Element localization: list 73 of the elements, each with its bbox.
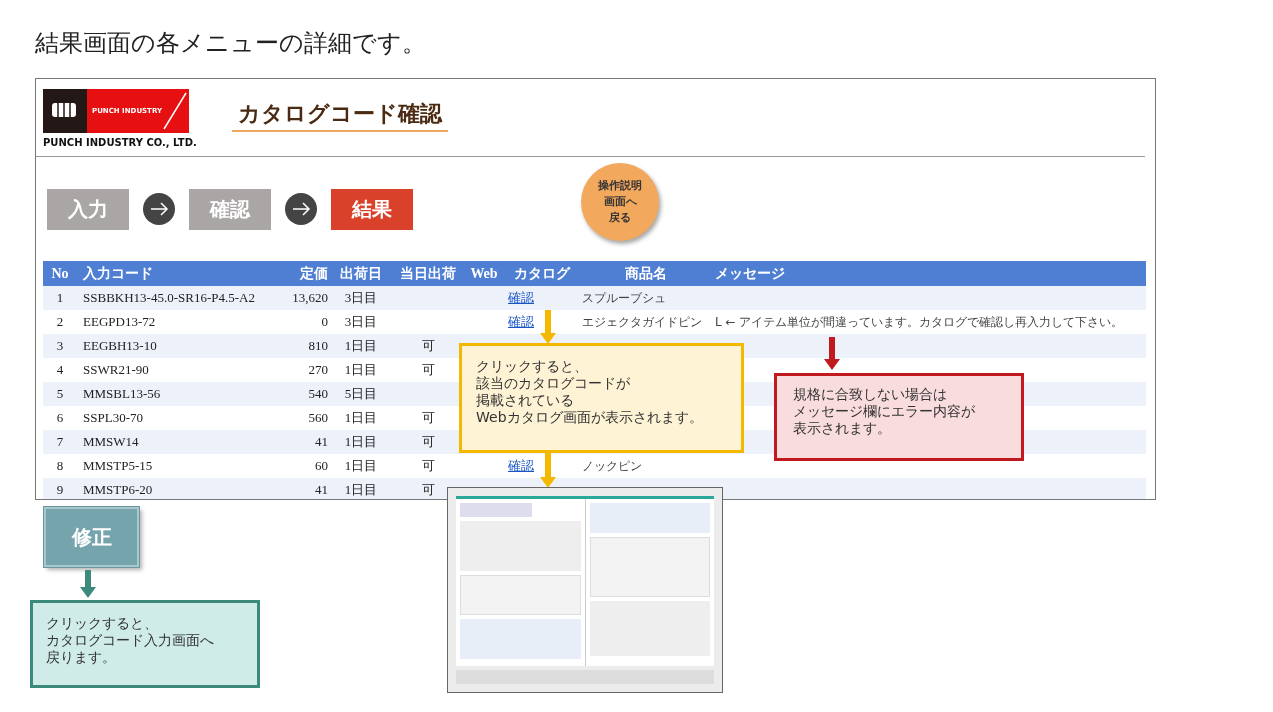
- table-cell: 可: [421, 434, 435, 450]
- table-cell: 可: [421, 482, 435, 498]
- callout-note: 規格に合致しない場合は メッセージ欄にエラー内容が 表示されます。: [774, 373, 1024, 461]
- table-cell: 13,620: [292, 290, 328, 306]
- page-heading: カタログコード確認: [237, 101, 442, 126]
- table-cell: スプルーブシュ: [582, 291, 666, 306]
- table-cell: MMSBL13-56: [83, 386, 161, 402]
- table-cell: L ← アイテム単位が間違っています。カタログで確認し再入力して下さい。: [715, 315, 1124, 330]
- company-name: PUNCH INDUSTRY CO., LTD.: [43, 136, 197, 150]
- table-cell: エジェクタガイドピン: [582, 315, 702, 330]
- table-cell: 7: [56, 434, 64, 450]
- table-cell: 3日目: [344, 314, 378, 330]
- column-header: 入力コード: [82, 265, 154, 283]
- table-cell: MMSW14: [83, 434, 139, 450]
- table-cell: 540: [308, 386, 328, 402]
- column-header: 当日出荷: [399, 265, 457, 283]
- callout-note: クリックすると、 該当のカタログコードが 掲載されている Webカタログ画面が表示されます。: [459, 343, 744, 453]
- table-cell: 1: [56, 290, 64, 306]
- table-cell: 5: [56, 386, 64, 402]
- table-cell: 60: [315, 458, 328, 474]
- table-cell: 1日目: [344, 458, 378, 474]
- table-cell: ノックピン: [582, 459, 642, 474]
- table-cell: 9: [56, 482, 64, 498]
- catalog-link[interactable]: 確認: [508, 290, 534, 306]
- table-cell: 1日目: [344, 482, 378, 498]
- table-cell: MMSTP5-15: [83, 458, 153, 474]
- table-cell: 可: [421, 410, 435, 426]
- table-cell: 6: [56, 410, 64, 426]
- table-cell: 2: [56, 314, 64, 330]
- help-button[interactable]: 操作説明 画面へ 戻る: [581, 163, 659, 241]
- table-cell: SSWR21-90: [83, 362, 149, 378]
- table-cell: 5日目: [344, 386, 378, 402]
- table-cell: MMSTP6-20: [83, 482, 153, 498]
- table-cell: 0: [321, 314, 328, 330]
- catalog-link[interactable]: 確認: [508, 458, 534, 474]
- table-cell: 4: [56, 362, 64, 378]
- column-header: 定価: [299, 265, 329, 283]
- column-header: No: [50, 265, 70, 283]
- table-cell: EEGPD13-72: [83, 314, 156, 330]
- table-cell: 41: [315, 434, 328, 450]
- arrow-right-icon: [285, 193, 317, 225]
- logo-slash-icon: [163, 92, 187, 130]
- table-cell: 8: [56, 458, 64, 474]
- down-arrow-icon: [540, 310, 556, 344]
- column-header: カタログ: [513, 265, 572, 283]
- table-cell: 41: [315, 482, 328, 498]
- table-cell: 560: [308, 410, 328, 426]
- table-cell: 1日目: [344, 362, 378, 378]
- column-header: 商品名: [624, 265, 668, 283]
- down-arrow-icon: [80, 570, 96, 598]
- table-cell: 1日目: [344, 338, 378, 354]
- table-cell: EEGBH13-10: [83, 338, 157, 354]
- callout-note: クリックすると、 カタログコード入力画面へ 戻ります。: [30, 600, 260, 688]
- table-cell: 3: [56, 338, 64, 354]
- table-cell: SSPL30-70: [83, 410, 143, 426]
- arrow-right-icon: [143, 193, 175, 225]
- table-cell: 可: [421, 338, 435, 354]
- catalog-link[interactable]: 確認: [508, 314, 534, 330]
- logo-fist-icon: [43, 89, 87, 133]
- table-cell: 可: [421, 458, 435, 474]
- column-header: Web: [469, 265, 499, 283]
- table-cell: SSBBKH13-45.0-SR16-P4.5-A2: [83, 290, 255, 306]
- table-cell: 3日目: [344, 290, 378, 306]
- column-header: 出荷日: [339, 265, 383, 283]
- table-cell: 可: [421, 362, 435, 378]
- down-arrow-icon: [540, 452, 556, 488]
- page-title: 結果画面の各メニューの詳細です。: [35, 28, 427, 59]
- down-arrow-icon: [824, 337, 840, 370]
- table-cell: 810: [308, 338, 328, 354]
- table-cell: 270: [308, 362, 328, 378]
- table-cell: 1日目: [344, 434, 378, 450]
- table-cell: 1日目: [344, 410, 378, 426]
- column-header: メッセージ: [714, 265, 786, 283]
